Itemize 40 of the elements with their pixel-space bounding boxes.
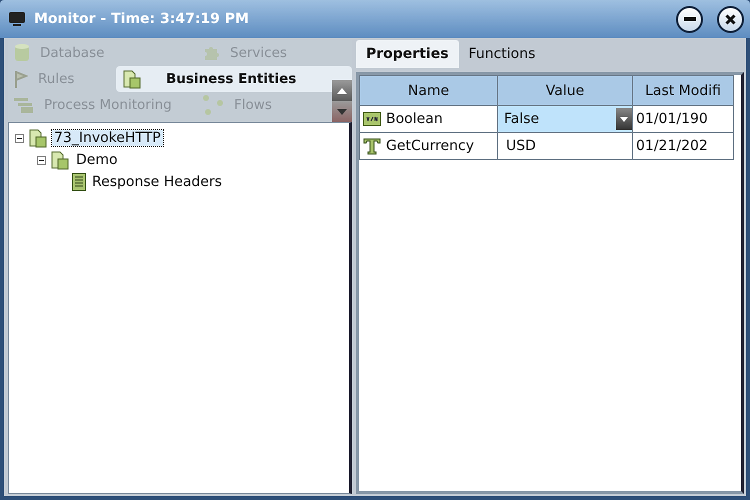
boolean-icon (363, 112, 381, 126)
flag-icon (14, 69, 28, 89)
category-button[interactable]: Business Entities (116, 66, 352, 92)
column-header[interactable]: Value (498, 76, 632, 106)
scroll-up-button[interactable] (332, 80, 352, 101)
database-icon (14, 43, 30, 63)
down-arrow-icon (337, 108, 347, 114)
column-header[interactable]: Name (360, 76, 498, 106)
up-arrow-icon (337, 88, 347, 94)
minus-icon (17, 136, 22, 140)
tree-item[interactable]: 73_InvokeHTTP (52, 130, 163, 146)
close-icon (725, 14, 736, 24)
monitor-icon (8, 11, 26, 27)
tab[interactable]: Properties (356, 40, 459, 68)
text-type-icon (363, 137, 381, 155)
value-dropdown[interactable]: False (498, 106, 632, 132)
minus-icon (684, 17, 696, 21)
tab[interactable]: Functions (458, 40, 546, 68)
minus-icon (39, 158, 44, 162)
puzzle-icon (202, 44, 220, 62)
close-button[interactable] (717, 6, 744, 32)
collapse-toggle[interactable] (37, 156, 46, 164)
entity-icon (122, 69, 142, 89)
table-cell: 01/01/190 (632, 106, 734, 132)
flow-icon (202, 94, 224, 116)
tree-item[interactable]: Response Headers (90, 174, 224, 190)
entity-icon (50, 150, 70, 170)
property-name: Boolean (386, 111, 443, 127)
table-cell: 01/21/202 (632, 132, 734, 160)
list-icon (72, 173, 86, 191)
tree-item[interactable]: Demo (74, 152, 120, 168)
collapse-toggle[interactable] (15, 134, 24, 142)
window-title: Monitor - Time: 3:47:19 PM (34, 11, 250, 27)
property-name: GetCurrency (386, 138, 474, 154)
table-cell: USD (498, 132, 632, 160)
minimize-button[interactable] (676, 6, 703, 32)
column-header[interactable]: Last Modifi (632, 76, 734, 106)
layers-icon (14, 97, 34, 113)
scroll-down-button[interactable] (332, 101, 352, 122)
entity-icon (28, 128, 48, 148)
